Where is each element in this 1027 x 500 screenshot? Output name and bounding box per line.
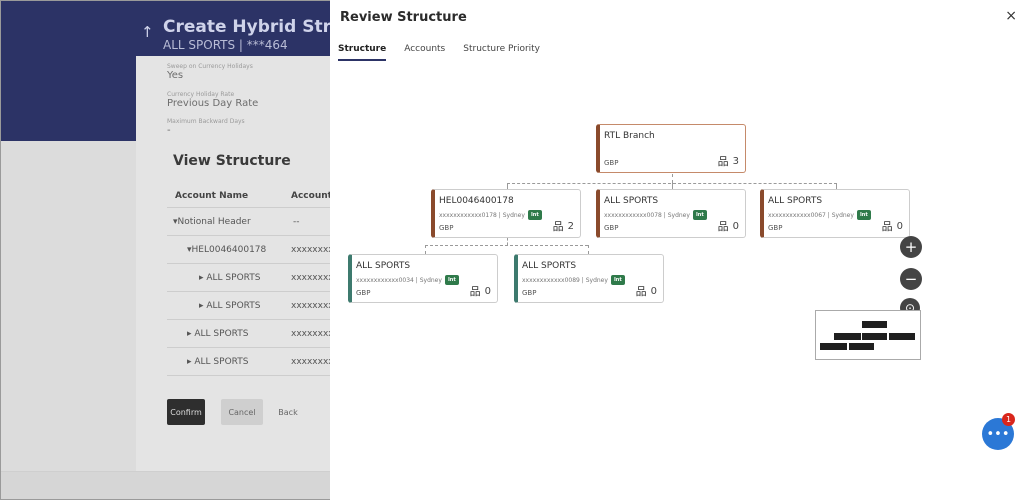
minimap-node bbox=[820, 343, 847, 350]
confirm-button[interactable]: Confirm bbox=[167, 399, 205, 425]
node-currency: GBP bbox=[604, 159, 619, 167]
field-label: Maximum Backward Days bbox=[167, 118, 245, 125]
node-name: ALL SPORTS bbox=[356, 261, 411, 271]
back-arrow-icon[interactable]: ↑ bbox=[141, 23, 154, 41]
node-currency: GBP bbox=[356, 289, 371, 297]
minimap-node bbox=[849, 343, 874, 350]
back-button[interactable]: Back bbox=[273, 399, 303, 425]
tree-connector bbox=[672, 174, 673, 183]
tree-node[interactable]: ALL SPORTS xxxxxxxxxxxx0078 | Sydney Int … bbox=[596, 189, 746, 238]
table-row[interactable]: ▾Notional Header bbox=[173, 217, 251, 227]
field-value: - bbox=[167, 125, 171, 136]
table-row[interactable]: ▸ ALL SPORTS bbox=[199, 301, 260, 311]
zoom-in-button[interactable]: + bbox=[900, 236, 922, 258]
node-currency: GBP bbox=[604, 224, 619, 232]
hierarchy-icon: 品 bbox=[881, 220, 893, 233]
minimap-node bbox=[889, 333, 915, 340]
minimap-node bbox=[834, 333, 861, 340]
node-currency: GBP bbox=[768, 224, 783, 232]
table-cell: -- bbox=[293, 217, 300, 227]
tab-structure-priority[interactable]: Structure Priority bbox=[463, 44, 540, 61]
int-badge: Int bbox=[610, 275, 625, 285]
tree-node[interactable]: HEL0046400178 xxxxxxxxxxxx0178 | Sydney I… bbox=[431, 189, 581, 238]
divider bbox=[167, 375, 337, 376]
divider bbox=[167, 291, 337, 292]
field-value: Previous Day Rate bbox=[167, 98, 259, 109]
divider bbox=[167, 347, 337, 348]
table-row[interactable]: ▾HEL0046400178 bbox=[187, 245, 266, 255]
modal-tabs: Structure Accounts Structure Priority bbox=[338, 44, 540, 61]
table-row[interactable]: ▸ ALL SPORTS bbox=[199, 273, 260, 283]
node-children-count[interactable]: 品0 bbox=[636, 283, 657, 299]
divider bbox=[167, 235, 337, 236]
node-currency: GBP bbox=[439, 224, 454, 232]
cancel-button[interactable]: Cancel bbox=[221, 399, 263, 425]
tree-connector bbox=[425, 245, 426, 254]
hierarchy-icon: 品 bbox=[552, 220, 564, 233]
tree-connector bbox=[425, 245, 588, 246]
tree-node[interactable]: ALL SPORTS xxxxxxxxxxxx0034 | Sydney Int … bbox=[348, 254, 498, 303]
chat-notification-badge: 1 bbox=[1002, 413, 1015, 426]
int-badge: Int bbox=[856, 210, 871, 220]
node-name: ALL SPORTS bbox=[604, 196, 659, 206]
node-name: ALL SPORTS bbox=[768, 196, 823, 206]
tree-connector bbox=[507, 238, 508, 245]
tab-accounts[interactable]: Accounts bbox=[404, 44, 445, 61]
node-children-count[interactable]: 品0 bbox=[882, 218, 903, 234]
node-children-count[interactable]: 品0 bbox=[718, 218, 739, 234]
tree-node[interactable]: ALL SPORTS xxxxxxxxxxxx0089 | Sydney Int … bbox=[514, 254, 664, 303]
field-value: Yes bbox=[167, 70, 184, 81]
node-name: ALL SPORTS bbox=[522, 261, 577, 271]
page-subtitle: ALL SPORTS | ***464 bbox=[163, 38, 288, 52]
tree-connector bbox=[588, 245, 589, 254]
divider bbox=[167, 263, 337, 264]
table-header-account-name: Account Name bbox=[175, 191, 249, 201]
close-icon[interactable]: × bbox=[1005, 8, 1017, 24]
table-row[interactable]: ▸ ALL SPORTS bbox=[187, 329, 248, 339]
hierarchy-icon: 品 bbox=[717, 220, 729, 233]
node-children-count[interactable]: 品2 bbox=[553, 218, 574, 234]
field-label: Currency Holiday Rate bbox=[167, 91, 235, 98]
node-account: xxxxxxxxxxxx0178 | Sydney Int bbox=[439, 210, 542, 220]
minimap-node bbox=[862, 333, 887, 340]
review-structure-modal: Review Structure × Structure Accounts St… bbox=[330, 0, 1027, 500]
hierarchy-icon: 品 bbox=[635, 285, 647, 298]
background-footer bbox=[1, 471, 331, 499]
zoom-out-button[interactable]: − bbox=[900, 268, 922, 290]
node-account: xxxxxxxxxxxx0078 | Sydney Int bbox=[604, 210, 707, 220]
node-account: xxxxxxxxxxxx0089 | Sydney Int bbox=[522, 275, 625, 285]
table-row[interactable]: ▸ ALL SPORTS bbox=[187, 357, 248, 367]
view-structure-title: View Structure bbox=[173, 153, 291, 169]
int-badge: Int bbox=[692, 210, 707, 220]
divider bbox=[167, 207, 337, 208]
field-label: Sweep on Currency Holidays bbox=[167, 63, 253, 70]
minimap[interactable] bbox=[815, 310, 921, 360]
node-children-count[interactable]: 品3 bbox=[718, 153, 739, 169]
node-account: xxxxxxxxxxxx0067 | Sydney Int bbox=[768, 210, 871, 220]
hierarchy-icon: 品 bbox=[469, 285, 481, 298]
hierarchy-icon: 品 bbox=[717, 155, 729, 168]
node-children-count[interactable]: 品0 bbox=[470, 283, 491, 299]
tree-node[interactable]: ALL SPORTS xxxxxxxxxxxx0067 | Sydney Int … bbox=[760, 189, 910, 238]
minimap-node bbox=[862, 321, 887, 328]
node-name: RTL Branch bbox=[604, 131, 655, 141]
node-currency: GBP bbox=[522, 289, 537, 297]
tab-structure[interactable]: Structure bbox=[338, 44, 387, 61]
tree-node-root[interactable]: RTL Branch GBP 品3 bbox=[596, 124, 746, 173]
int-badge: Int bbox=[444, 275, 459, 285]
node-name: HEL0046400178 bbox=[439, 196, 514, 206]
divider bbox=[167, 319, 337, 320]
node-account: xxxxxxxxxxxx0034 | Sydney Int bbox=[356, 275, 459, 285]
int-badge: Int bbox=[527, 210, 542, 220]
modal-title: Review Structure bbox=[340, 10, 467, 25]
